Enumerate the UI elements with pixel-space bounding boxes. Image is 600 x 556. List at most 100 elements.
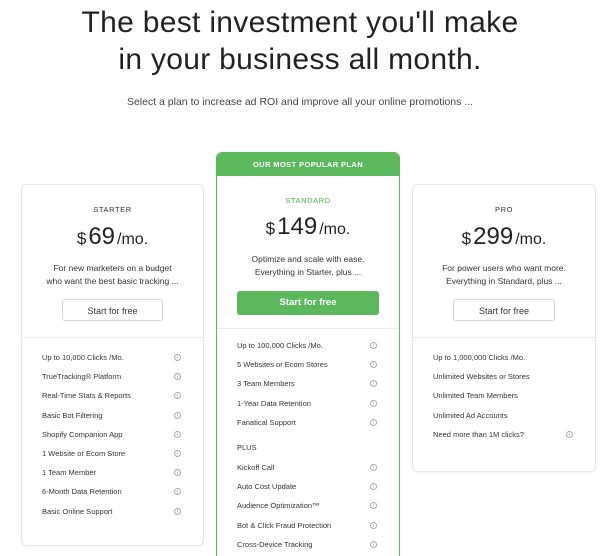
feature-item: 6-Month Data Retention i [42, 486, 181, 498]
feature-label: 6-Month Data Retention [42, 487, 122, 497]
price-currency: $ [461, 229, 472, 248]
info-circle-icon[interactable]: i [370, 380, 377, 388]
plan-description: For power users who want more. Everythin… [413, 262, 595, 288]
price-currency: $ [265, 219, 276, 238]
popular-plan-banner: OUR MOST POPULAR PLAN [217, 153, 399, 176]
feature-item: 3 Team Members i [237, 378, 377, 390]
price-currency: $ [76, 229, 87, 248]
hero-title-line1: The best investment you'll make [81, 6, 519, 39]
feature-label: Auto Cost Update [237, 482, 297, 492]
feature-item: Bot & Click Fraud Protection i [237, 520, 377, 532]
feature-item: 1 Website or Ecom Store i [42, 448, 181, 460]
plan-description-line: For power users who want more. [442, 263, 566, 273]
info-circle-icon[interactable]: i [370, 540, 377, 548]
feature-label: Audience Optimization™ [237, 501, 320, 511]
feature-item: Kickoff Call i [237, 462, 377, 474]
plan-description: For new marketers on a budget who want t… [22, 262, 203, 288]
feature-label: Fanatical Support [237, 417, 296, 427]
info-circle-icon[interactable]: i [370, 361, 377, 369]
hero-subtitle: Select a plan to increase ad ROI and imp… [126, 96, 474, 108]
feature-label: Up to 1,000,000 Clicks /Mo. [433, 353, 526, 362]
plan-description: Optimize and scale with ease. Everything… [217, 253, 399, 279]
info-circle-icon[interactable]: i [174, 469, 181, 477]
plan-description-line: Everything in Standard, plus ... [446, 276, 562, 286]
start-for-free-button[interactable]: Start for free [453, 299, 555, 321]
info-circle-icon[interactable]: i [370, 418, 377, 426]
info-circle-icon[interactable]: i [174, 430, 181, 438]
feature-item: Basic Online Support i [42, 506, 181, 518]
feature-label: Basic Online Support [42, 506, 113, 516]
plan-name: PRO [494, 205, 514, 214]
feature-label: Shopify Companion App [42, 429, 123, 439]
info-circle-icon[interactable]: i [370, 521, 377, 529]
info-circle-icon[interactable]: i [174, 507, 181, 515]
feature-label: Kickoff Call [237, 463, 275, 472]
feature-label: 1 Website or Ecom Store [42, 449, 126, 458]
divider [413, 337, 595, 338]
feature-label: 5 Websites or Ecom Stores [237, 360, 328, 370]
info-circle-icon[interactable]: i [174, 411, 181, 419]
feature-label: Real-Time Stats & Reports [42, 391, 131, 401]
info-circle-icon[interactable]: i [174, 354, 181, 361]
feature-item: 1-Year Data Retention i [237, 398, 377, 410]
feature-label: Up to 100,000 Clicks /Mo. [237, 341, 323, 350]
feature-label: Unlimited Websites or Stores [433, 372, 530, 382]
plan-name: STANDARD [285, 196, 331, 205]
start-for-free-button[interactable]: Start for free [237, 291, 379, 315]
info-circle-icon[interactable]: i [370, 342, 377, 349]
feature-item: Real-Time Stats & Reports i [42, 390, 181, 402]
info-circle-icon[interactable]: i [174, 392, 181, 400]
feature-item: Unlimited Team Members [433, 390, 573, 402]
divider [22, 337, 203, 338]
price-period: /mo. [117, 231, 149, 248]
info-circle-icon[interactable]: i [370, 399, 377, 407]
feature-label: Bot & Click Fraud Protection [237, 520, 332, 530]
feature-item: Up to 100,000 Clicks /Mo. i [237, 340, 377, 352]
plan-description-line: For new marketers on a budget [53, 263, 172, 273]
info-circle-icon[interactable]: i [370, 483, 377, 491]
feature-item: Basic Bot Filtering i [42, 410, 181, 422]
feature-label: Unlimited Team Members [433, 391, 518, 401]
feature-label: Cross-Device Tracking [237, 539, 313, 549]
feature-label: 3 Team Members [237, 379, 295, 389]
plan-card-standard: OUR MOST POPULAR PLAN STANDARD $149/mo. … [216, 152, 400, 556]
plan-description-line: Optimize and scale with ease. [251, 254, 365, 264]
feature-item: Cross-Device Tracking i [237, 539, 377, 551]
info-circle-icon[interactable]: i [174, 488, 181, 496]
feature-item: 1 Team Member i [42, 467, 181, 479]
price-period: /mo. [515, 231, 547, 248]
info-circle-icon[interactable]: i [566, 430, 573, 438]
feature-item: Unlimited Ad Accounts [433, 410, 573, 422]
feature-label: Basic Bot Filtering [42, 410, 103, 420]
divider [217, 328, 399, 329]
info-circle-icon[interactable]: i [370, 502, 377, 510]
feature-label: TrueTracking® Platform [42, 372, 122, 382]
plan-card-starter: STARTER $69/mo. For new marketers on a b… [21, 184, 204, 546]
feature-label: 1-Year Data Retention [237, 398, 311, 408]
price-amount: 69 [88, 223, 116, 250]
feature-label: Need more than 1M clicks? [433, 429, 524, 439]
plan-name: STARTER [93, 205, 132, 214]
feature-item: Up to 1,000,000 Clicks /Mo. [433, 352, 573, 364]
feature-item: 5 Websites or Ecom Stores i [237, 359, 377, 371]
feature-item: Shopify Companion App i [42, 429, 181, 441]
feature-item: Audience Optimization™ i [237, 500, 377, 512]
feature-item: Up to 10,000 Clicks /Mo. i [42, 352, 181, 364]
start-for-free-button[interactable]: Start for free [62, 299, 163, 321]
plan-price: $299/mo. [413, 223, 595, 251]
feature-label: 1 Team Member [42, 468, 97, 478]
feature-item: TrueTracking® Platform i [42, 371, 181, 383]
feature-label: Unlimited Ad Accounts [433, 410, 508, 420]
info-circle-icon[interactable]: i [370, 464, 377, 471]
feature-label: Up to 10,000 Clicks /Mo. [42, 353, 124, 362]
plan-price: $149/mo. [217, 213, 399, 241]
info-circle-icon[interactable]: i [174, 373, 181, 381]
plan-card-pro: PRO $299/mo. For power users who want mo… [412, 184, 596, 472]
feature-item: Need more than 1M clicks? i [433, 429, 573, 441]
feature-item: Auto Cost Update i [237, 481, 377, 493]
plus-section-label: PLUS [237, 443, 257, 452]
info-circle-icon[interactable]: i [174, 450, 181, 457]
plan-description-line: who want the best basic tracking ... [46, 276, 179, 286]
price-period: /mo. [319, 221, 351, 238]
plan-description-line: Everything in Starter, plus ... [254, 267, 362, 277]
